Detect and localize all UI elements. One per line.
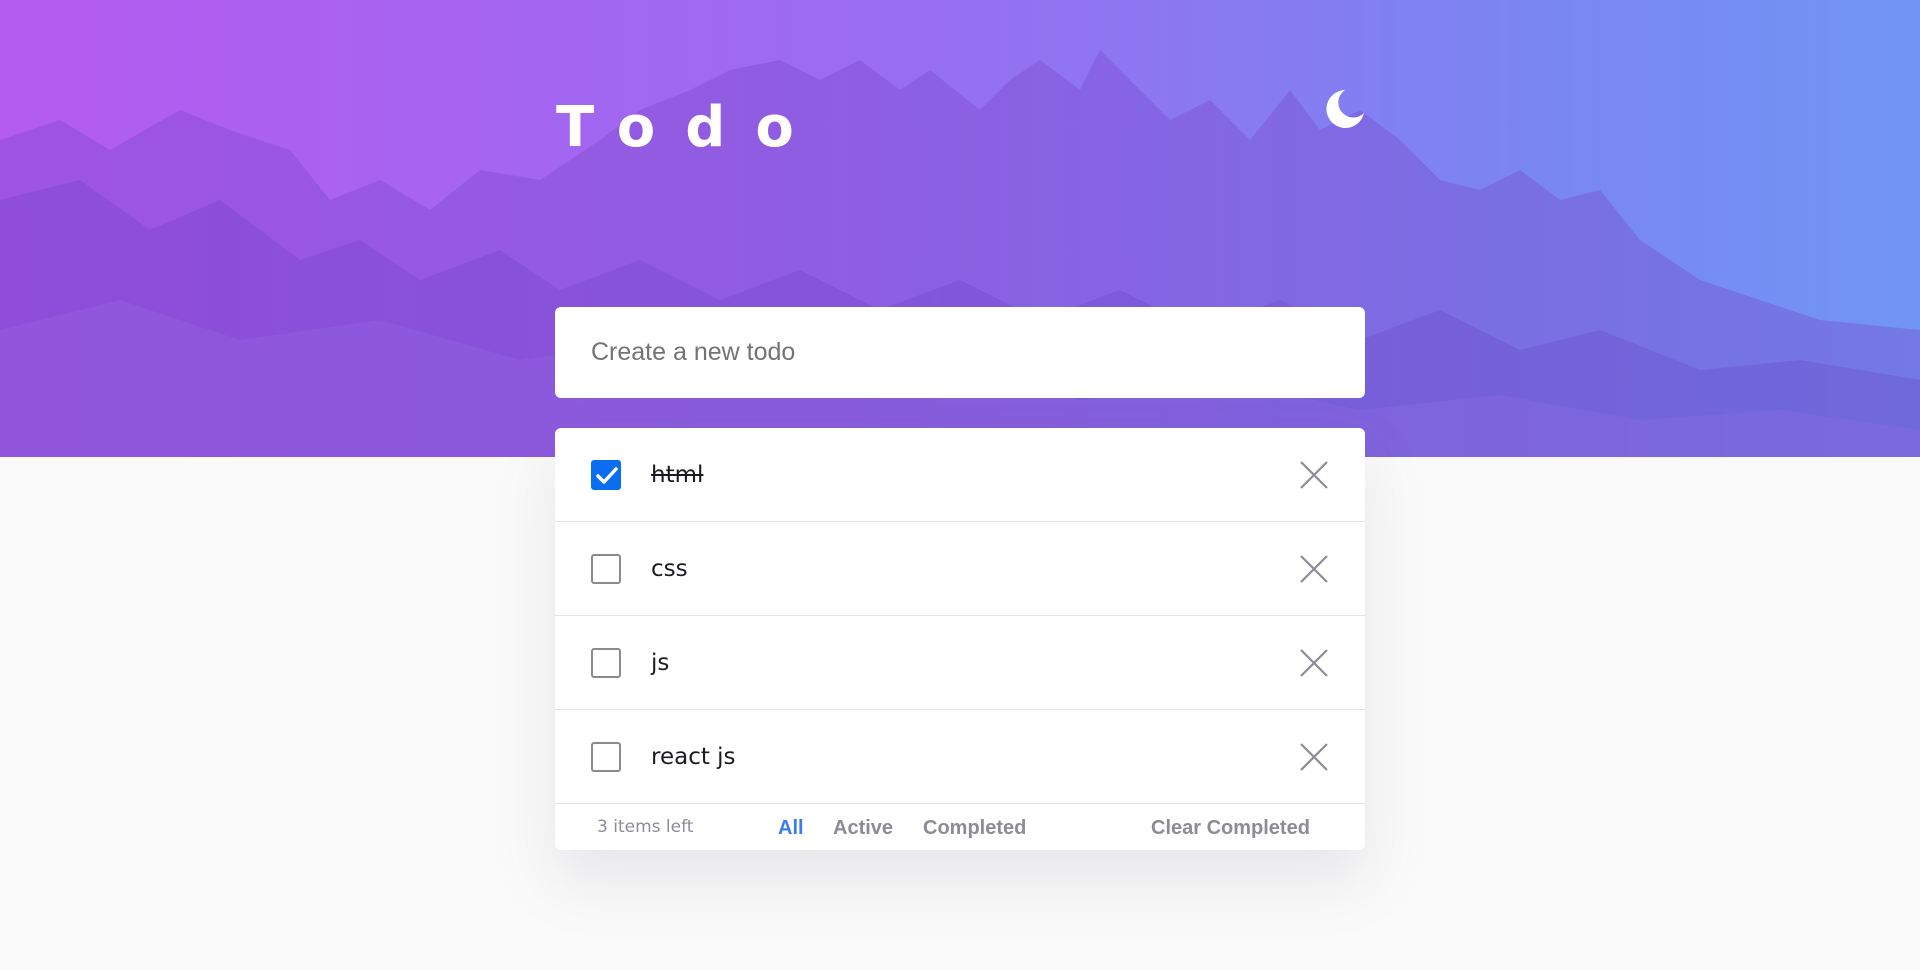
filter-all[interactable]: All	[778, 817, 804, 840]
todo-item: html	[555, 428, 1365, 522]
todo-item: js	[555, 616, 1365, 710]
todo-checkbox[interactable]	[591, 553, 621, 584]
todo-checkbox[interactable]	[591, 741, 621, 772]
todo-checkbox[interactable]	[591, 459, 621, 490]
check-icon	[596, 466, 618, 484]
clear-completed-button[interactable]: Clear Completed	[1151, 817, 1310, 840]
delete-icon[interactable]	[1298, 459, 1330, 491]
delete-icon[interactable]	[1298, 553, 1330, 585]
filter-completed[interactable]: Completed	[923, 817, 1026, 840]
todo-footer: 3 items left All Active Completed Clear …	[555, 804, 1365, 850]
todo-list: html css js react js 3 items left All Ac…	[555, 428, 1365, 850]
todo-label: js	[651, 649, 670, 676]
todo-label: react js	[651, 743, 736, 770]
todo-item: react js	[555, 710, 1365, 804]
filter-active[interactable]: Active	[833, 817, 893, 840]
todo-checkbox[interactable]	[591, 647, 621, 678]
new-todo-container	[555, 307, 1365, 398]
items-left-count: 3 items left	[597, 817, 694, 837]
todo-label: html	[651, 461, 704, 488]
todo-label: css	[651, 555, 688, 582]
moon-icon[interactable]	[1322, 86, 1368, 132]
delete-icon[interactable]	[1298, 741, 1330, 773]
delete-icon[interactable]	[1298, 647, 1330, 679]
new-todo-input[interactable]	[591, 307, 1365, 398]
todo-item: css	[555, 522, 1365, 616]
page-title: Todo	[556, 95, 824, 160]
